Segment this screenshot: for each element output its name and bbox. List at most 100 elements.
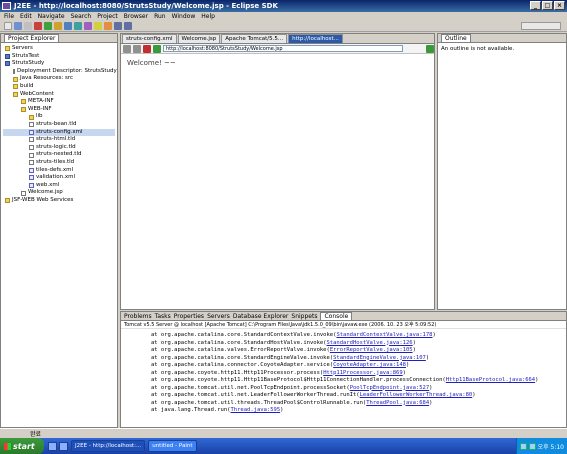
console-line: at org.apache.catalina.core.StandardCont… (151, 332, 436, 338)
descriptor-icon (13, 69, 15, 75)
tree-item[interactable]: StrutsStudy (3, 60, 115, 68)
tree-item[interactable]: validation.xml (3, 174, 115, 182)
tree-item[interactable]: struts-tiles.tld (3, 159, 115, 167)
xml-icon (29, 167, 34, 173)
menu-search[interactable]: Search (71, 13, 92, 20)
tree-item[interactable]: WebContent (3, 91, 115, 99)
browser-icon[interactable] (59, 441, 68, 451)
menu-project[interactable]: Project (97, 13, 118, 20)
tab-problems[interactable]: Problems (124, 313, 152, 320)
new-class-icon[interactable] (74, 22, 82, 30)
go-icon[interactable] (426, 44, 434, 53)
tab-properties[interactable]: Properties (174, 313, 204, 320)
tab-console[interactable]: Console (320, 312, 353, 320)
volume-icon[interactable] (528, 442, 536, 450)
tree-item[interactable]: struts-html.tld (3, 136, 115, 144)
url-input[interactable]: http://localhost:8080/StrutsStudy/Welcom… (163, 45, 403, 52)
tree-item[interactable]: Java Resources: src (3, 75, 115, 83)
open-type-icon[interactable] (84, 22, 92, 30)
tab-tomcat[interactable]: Apache Tomcat/5.5... (221, 34, 288, 43)
outline-view: Outline An outline is not available. (437, 33, 567, 310)
project-icon (5, 61, 10, 67)
console-line: at org.apache.tomcat.util.threads.Thread… (151, 399, 433, 406)
file-icon (29, 152, 34, 158)
console-line: at org.apache.catalina.connector.CoyoteA… (151, 362, 410, 368)
tree-item[interactable]: JSF-WEB Web Services (3, 197, 115, 205)
taskbar-item-paint[interactable]: untitled - Paint (148, 440, 197, 452)
server-start-icon[interactable] (104, 22, 112, 30)
title-bar: J2EE - http://localhost:8080/StrutsStudy… (0, 0, 567, 12)
new-java-project-icon[interactable] (54, 22, 62, 30)
window-title: J2EE - http://localhost:8080/StrutsStudy… (14, 2, 278, 10)
minimize-button[interactable]: _ (530, 1, 541, 10)
project-explorer-tab[interactable]: Project Explorer (4, 34, 60, 42)
network-icon[interactable] (519, 442, 527, 450)
save-icon[interactable] (14, 22, 22, 30)
tree-item[interactable]: Servers (3, 45, 115, 53)
main-toolbar (0, 21, 567, 32)
windows-logo-icon (4, 442, 11, 450)
back-icon[interactable] (114, 22, 122, 30)
refresh-icon[interactable] (153, 44, 161, 53)
tree-item[interactable]: lib (3, 113, 115, 121)
menu-browser[interactable]: Browser (124, 13, 148, 20)
debug-icon[interactable] (34, 22, 42, 30)
tree-item[interactable]: Deployment Descriptor: StrutsStudy (3, 68, 117, 76)
forward-icon[interactable] (133, 44, 141, 53)
tab-snippets[interactable]: Snippets (291, 313, 317, 320)
back-icon[interactable] (123, 44, 131, 53)
tree-item[interactable]: web.xml (3, 182, 115, 190)
tree-item[interactable]: WEB-INF (3, 106, 115, 114)
folder-icon (29, 114, 34, 120)
forward-icon[interactable] (124, 22, 132, 30)
print-icon[interactable] (24, 22, 32, 30)
taskbar-item-eclipse[interactable]: J2EE - http://localhost:... (71, 440, 146, 452)
file-icon (29, 122, 34, 128)
menu-help[interactable]: Help (201, 13, 215, 20)
tree-item[interactable]: tiles-defs.xml (3, 167, 115, 175)
console-process-header: Tomcat v5.5 Server @ localhost [Apache T… (121, 321, 566, 329)
menu-file[interactable]: File (4, 13, 14, 20)
folder-icon (13, 91, 18, 97)
menu-navigate[interactable]: Navigate (38, 13, 65, 20)
close-button[interactable]: × (554, 1, 565, 10)
system-tray: 오후 5:10 (515, 438, 567, 454)
page-content: Welcome! ~~ (127, 59, 176, 67)
search-icon[interactable] (94, 22, 102, 30)
console-line: at org.apache.coyote.http11.Http11Proces… (151, 369, 406, 376)
folder-icon (21, 107, 26, 113)
console-line: at org.apache.tomcat.util.net.LeaderFoll… (151, 392, 476, 398)
console-line: at org.apache.catalina.core.StandardHost… (151, 339, 416, 346)
tree-item[interactable]: StrutsTest (3, 53, 115, 61)
start-button[interactable]: start (0, 438, 44, 454)
maximize-button[interactable]: □ (542, 1, 553, 10)
stop-icon[interactable] (143, 44, 151, 53)
tab-struts-config[interactable]: struts-config.xml (122, 34, 177, 43)
new-icon[interactable] (4, 22, 12, 30)
tree-item[interactable]: Welcome.jsp (3, 189, 115, 197)
tab-servers[interactable]: Servers (207, 313, 230, 320)
tree-item[interactable]: META-INF (3, 98, 115, 106)
outline-message: An outline is not available. (441, 46, 515, 52)
tab-tasks[interactable]: Tasks (155, 313, 171, 320)
tree-item[interactable]: struts-bean.tld (3, 121, 115, 129)
outline-tab[interactable]: Outline (441, 34, 471, 42)
tree-item-selected[interactable]: struts-config.xml (3, 128, 115, 137)
new-package-icon[interactable] (64, 22, 72, 30)
tree-item[interactable]: struts-logic.tld (3, 144, 115, 152)
menu-window[interactable]: Window (172, 13, 196, 20)
tab-database-explorer[interactable]: Database Explorer (233, 313, 289, 320)
console-view: Problems Tasks Properties Servers Databa… (120, 311, 567, 428)
menu-edit[interactable]: Edit (20, 13, 32, 20)
xml-icon (29, 182, 34, 188)
menu-run[interactable]: Run (154, 13, 166, 20)
perspective-switcher[interactable] (521, 22, 561, 30)
tree-item[interactable]: struts-nested.tld (3, 151, 115, 159)
show-desktop-icon[interactable] (48, 441, 57, 451)
tree-item[interactable]: build (3, 83, 115, 91)
tab-browser[interactable]: http://localhost... (288, 34, 343, 43)
project-icon (5, 53, 10, 59)
tab-welcome-jsp[interactable]: Welcome.jsp (177, 34, 221, 43)
run-icon[interactable] (44, 22, 52, 30)
folder-icon (13, 76, 18, 82)
